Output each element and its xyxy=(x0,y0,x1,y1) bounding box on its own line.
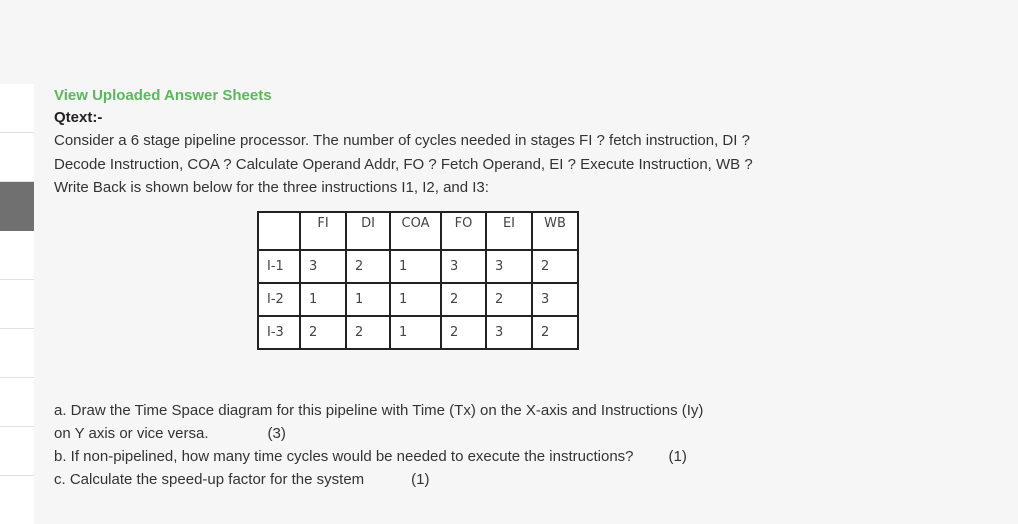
table-cell: 1 xyxy=(389,249,442,284)
question-parts: a. Draw the Time Space diagram for this … xyxy=(54,399,814,491)
part-a-line2: on Y axis or vice versa. (3) xyxy=(54,422,814,445)
sidebar-item[interactable] xyxy=(0,476,34,524)
table-cell: 2 xyxy=(345,315,391,350)
table-header-cell: FO xyxy=(440,211,487,251)
table-header-cell: COA xyxy=(389,211,442,251)
sidebar-item[interactable] xyxy=(0,231,34,280)
part-c-marks: (1) xyxy=(411,471,430,488)
table-cell: 3 xyxy=(485,249,533,284)
sidebar-item[interactable] xyxy=(0,378,34,427)
table-header-cell xyxy=(257,211,301,251)
question-content: View Uploaded Answer Sheets Qtext:- Cons… xyxy=(54,86,814,488)
table-cell: 3 xyxy=(440,249,487,284)
table-cell: 1 xyxy=(345,282,391,317)
table-cell: 3 xyxy=(485,315,533,350)
table-header-cell: EI xyxy=(485,211,533,251)
sidebar-item[interactable] xyxy=(0,427,34,476)
table-cell: 2 xyxy=(440,282,487,317)
table-row: I-1 3 2 1 3 3 2 xyxy=(257,249,579,284)
table-cell: 1 xyxy=(389,315,442,350)
sidebar-item[interactable] xyxy=(0,84,34,133)
table-cell: 2 xyxy=(345,249,391,284)
qtext-label: Qtext:- xyxy=(54,109,103,126)
part-a-text: on Y axis or vice versa. xyxy=(54,425,209,442)
part-a-line1: a. Draw the Time Space diagram for this … xyxy=(54,402,704,419)
pipeline-stage-table: FI DI COA FO EI WB I-1 3 2 1 3 3 2 I-2 1… xyxy=(257,211,579,350)
table-header-cell: WB xyxy=(531,211,579,251)
sidebar-item[interactable] xyxy=(0,280,34,329)
sidebar-item[interactable] xyxy=(0,133,34,182)
table-cell: I-1 xyxy=(257,249,301,284)
table-header-row: FI DI COA FO EI WB xyxy=(257,211,579,251)
table-cell: 2 xyxy=(299,315,347,350)
sidebar-item[interactable] xyxy=(0,329,34,378)
sidebar xyxy=(0,84,34,524)
sidebar-item-active[interactable] xyxy=(0,182,34,231)
table-header-cell: FI xyxy=(299,211,347,251)
table-cell: I-3 xyxy=(257,315,301,350)
table-cell: 1 xyxy=(299,282,347,317)
view-uploaded-answer-sheets-link[interactable]: View Uploaded Answer Sheets xyxy=(54,86,272,106)
table-row: I-3 2 2 1 2 3 2 xyxy=(257,315,579,350)
pipeline-table-wrapper: FI DI COA FO EI WB I-1 3 2 1 3 3 2 I-2 1… xyxy=(257,211,579,350)
part-b-marks: (1) xyxy=(668,448,687,465)
part-b-line: b. If non-pipelined, how many time cycle… xyxy=(54,445,814,468)
table-cell: 3 xyxy=(531,282,579,317)
part-b-text: b. If non-pipelined, how many time cycle… xyxy=(54,448,634,465)
table-cell: 1 xyxy=(389,282,442,317)
page: View Uploaded Answer Sheets Qtext:- Cons… xyxy=(0,0,1018,524)
part-c-line: c. Calculate the speed-up factor for the… xyxy=(54,468,814,491)
part-c-text: c. Calculate the speed-up factor for the… xyxy=(54,471,365,488)
table-header-cell: DI xyxy=(345,211,391,251)
part-a-marks: (3) xyxy=(267,425,286,442)
table-cell: 3 xyxy=(299,249,347,284)
table-cell: 2 xyxy=(531,249,579,284)
table-cell: 2 xyxy=(531,315,579,350)
table-cell: 2 xyxy=(485,282,533,317)
table-cell: I-2 xyxy=(257,282,301,317)
table-row: I-2 1 1 1 2 2 3 xyxy=(257,282,579,317)
question-intro: Consider a 6 stage pipeline processor. T… xyxy=(54,132,753,196)
table-cell: 2 xyxy=(440,315,487,350)
